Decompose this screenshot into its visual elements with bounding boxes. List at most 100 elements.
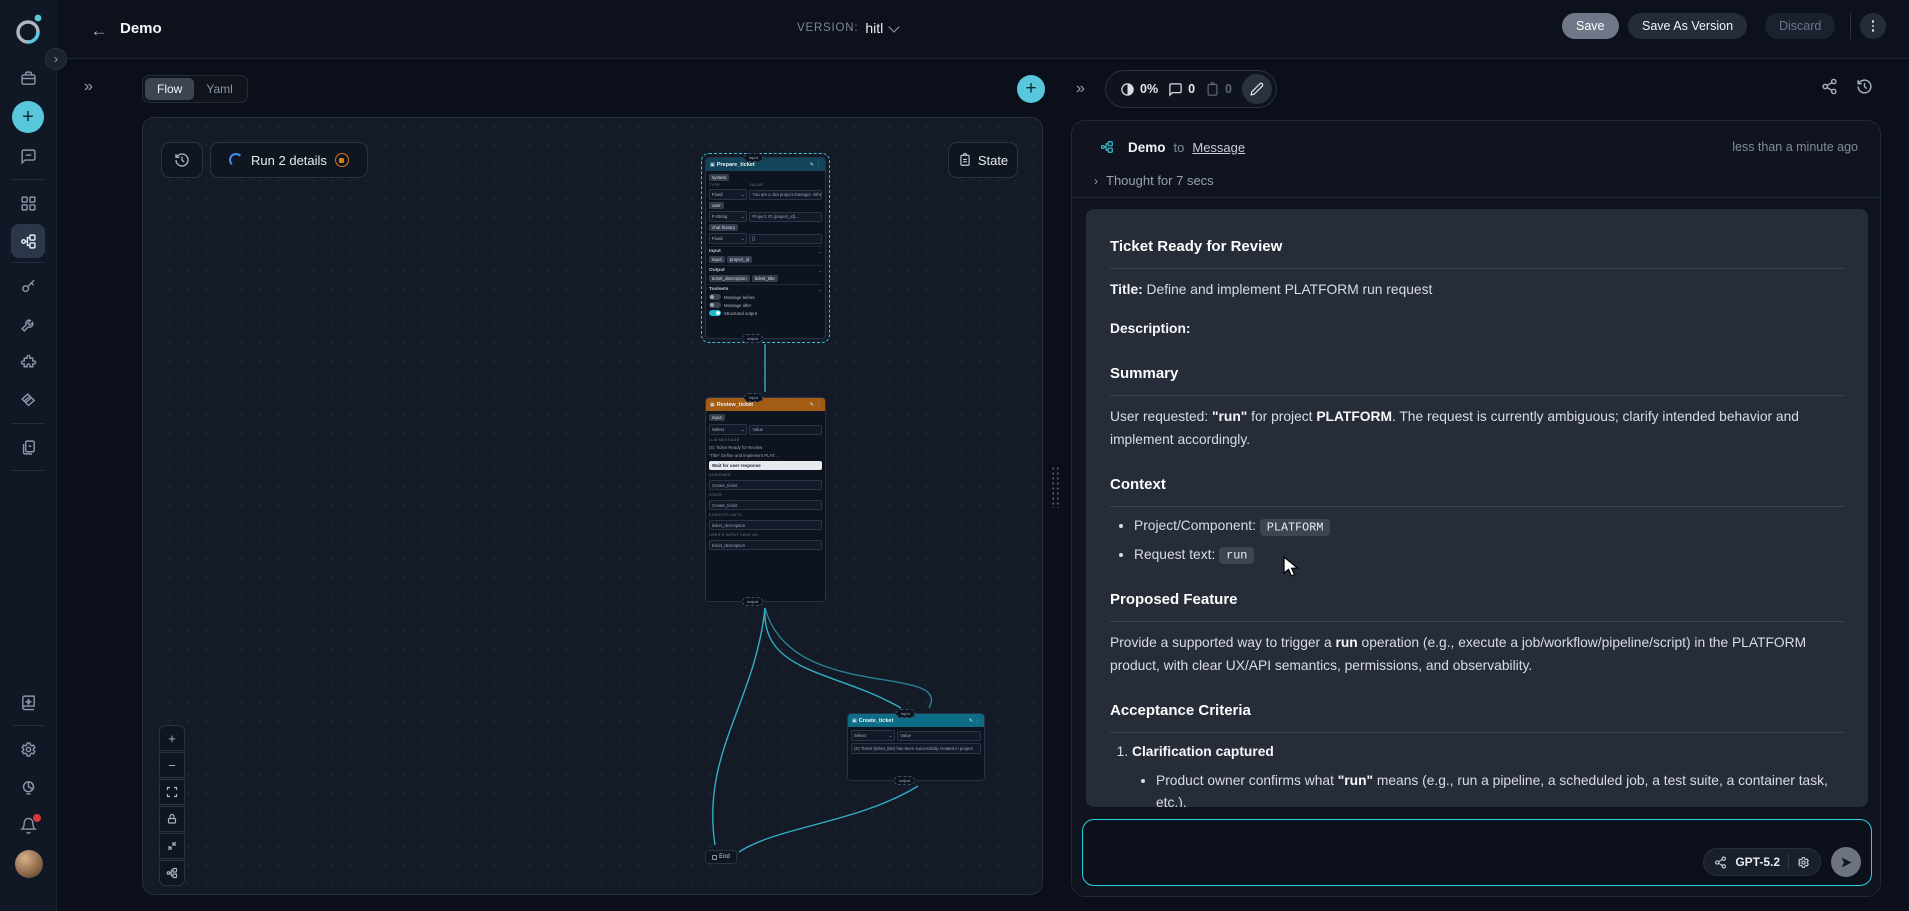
sidebar-item-apps[interactable] xyxy=(0,184,57,222)
add-component-button[interactable]: + xyxy=(1017,75,1045,103)
sidebar-item-keys[interactable] xyxy=(0,267,57,305)
io-chip[interactable]: input xyxy=(709,256,725,263)
save-as-version-button[interactable]: Save As Version xyxy=(1628,13,1747,39)
type-select[interactable]: Fixed⌄ xyxy=(709,189,747,200)
zoom-out-button[interactable]: − xyxy=(159,752,185,778)
section-caps: LLM MESSAGE xyxy=(709,438,822,442)
value-field[interactable]: Create_ticket xyxy=(709,480,822,490)
sidebar-item-flows-active[interactable] xyxy=(11,224,45,258)
type-select[interactable]: F-String⌄ xyxy=(709,211,747,222)
tab-yaml[interactable]: Yaml xyxy=(194,78,244,100)
sidebar-item-notifications[interactable] xyxy=(0,806,57,844)
node-output-handle[interactable]: output xyxy=(742,597,763,606)
divider xyxy=(1788,854,1789,870)
page-title: Demo xyxy=(120,20,162,37)
run-history-button[interactable] xyxy=(161,142,203,178)
zoom-in-button[interactable]: + xyxy=(159,725,185,751)
tab-flow[interactable]: Flow xyxy=(145,78,194,100)
kebab-icon[interactable]: ⋮ xyxy=(816,402,821,408)
value-field[interactable]: Project: ID {project_id}... xyxy=(749,212,822,222)
run-details-label: Run 2 details xyxy=(251,153,327,168)
highlighted-row[interactable]: Wait for user response xyxy=(709,461,822,470)
send-button[interactable] xyxy=(1831,847,1861,877)
message-target-link[interactable]: Message xyxy=(1192,140,1245,155)
gear-icon[interactable] xyxy=(1797,856,1810,869)
node-icon: ▣ xyxy=(852,718,857,724)
edit-icon[interactable]: ✎ xyxy=(969,718,973,724)
value-field[interactable]: [] xyxy=(749,234,822,244)
flow-canvas[interactable]: Run 2 details State input ▣ Prepare_tick… xyxy=(142,117,1043,895)
panel-collapse-button[interactable]: » xyxy=(1076,80,1083,98)
io-chip[interactable]: project_id xyxy=(727,256,753,263)
chat-input[interactable]: GPT-5.2 xyxy=(1082,819,1872,886)
node-input-handle[interactable]: input xyxy=(896,709,915,718)
more-options-button[interactable] xyxy=(1860,13,1886,39)
stop-icon[interactable] xyxy=(335,153,349,167)
version-selector[interactable]: VERSION: hitl xyxy=(797,20,898,36)
io-chip[interactable]: ticket_description xyxy=(709,275,750,282)
edit-icon[interactable]: ✎ xyxy=(810,162,814,168)
section-label: Output xyxy=(709,268,725,273)
node-create-ticket[interactable]: input ▣ Create_ticket ✎ ⋮ Select⌄ Value … xyxy=(847,713,985,781)
value-field[interactable]: (S) Ticket {ticket_title} has been succe… xyxy=(851,743,981,754)
edit-icon[interactable]: ✎ xyxy=(810,402,814,408)
io-chip[interactable]: ticket_title xyxy=(752,275,778,282)
sidebar-item-chat[interactable] xyxy=(0,137,57,175)
type-select[interactable]: Fixed⌄ xyxy=(709,233,747,244)
user-avatar[interactable] xyxy=(15,850,43,878)
value-field[interactable]: Create_ticket xyxy=(709,500,822,510)
type-select[interactable]: Select⌄ xyxy=(851,730,895,741)
save-button[interactable]: Save xyxy=(1562,13,1619,39)
lock-button[interactable] xyxy=(159,806,185,832)
value-field[interactable]: Value xyxy=(749,425,822,435)
discard-button[interactable]: Discard xyxy=(1765,13,1835,39)
sidebar-item-tags[interactable] xyxy=(0,381,57,419)
kebab-icon[interactable]: ⋮ xyxy=(975,718,980,724)
model-selector[interactable]: GPT-5.2 xyxy=(1703,848,1821,876)
layout-button[interactable] xyxy=(159,860,185,886)
state-button[interactable]: State xyxy=(948,142,1018,178)
node-output-handle[interactable]: output xyxy=(894,776,915,785)
node-review-ticket[interactable]: input ▣ Review_ticket ✎ ⋮ input Select⌄ … xyxy=(705,397,826,602)
canvas-collapse-button[interactable]: » xyxy=(84,78,91,96)
node-end[interactable]: End xyxy=(705,850,737,864)
state-label: State xyxy=(978,153,1008,168)
maximize-icon xyxy=(166,786,178,798)
toggle-off[interactable] xyxy=(709,302,721,308)
value-field[interactable]: You are a Jira project manager. When... xyxy=(749,190,822,200)
value-field[interactable]: Value xyxy=(897,731,981,741)
tags-icon xyxy=(20,392,37,409)
sidebar-item-settings[interactable] xyxy=(0,730,57,768)
run-details-button[interactable]: Run 2 details xyxy=(210,142,368,178)
edit-button[interactable] xyxy=(1242,74,1272,104)
type-select[interactable]: Select⌄ xyxy=(709,424,747,435)
sidebar-item-tools[interactable] xyxy=(0,305,57,343)
history-icon[interactable] xyxy=(1856,78,1873,95)
sidebar-item-files[interactable] xyxy=(0,428,57,466)
value-field[interactable]: ticket_description xyxy=(709,540,822,550)
toggle-off[interactable] xyxy=(709,294,721,300)
toggle-on[interactable] xyxy=(709,310,721,316)
sidebar-expand-button[interactable]: › xyxy=(45,48,67,70)
kebab-icon[interactable]: ⋮ xyxy=(816,162,821,168)
node-prepare-ticket[interactable]: input ▣ Prepare_ticket ✎ ⋮ system Type V… xyxy=(705,157,826,339)
sidebar-item-help[interactable] xyxy=(0,768,57,806)
node-output-handle[interactable]: output xyxy=(742,334,763,343)
share-icon[interactable] xyxy=(1821,78,1838,95)
sidebar-item-plugins[interactable] xyxy=(0,343,57,381)
value-field[interactable]: ticket_description xyxy=(709,520,822,530)
clipboard-icon xyxy=(958,153,972,167)
top-bar: ← Demo VERSION: hitl Save Save As Versio… xyxy=(0,0,1909,59)
node-input-handle[interactable]: input xyxy=(744,153,763,162)
fit-view-button[interactable] xyxy=(159,779,185,805)
sidebar-item-docs[interactable] xyxy=(0,683,57,721)
panel-resize-handle[interactable] xyxy=(1051,466,1060,508)
minimize-button[interactable] xyxy=(159,833,185,859)
clipboard-count-icon xyxy=(1205,82,1220,97)
back-button[interactable]: ← xyxy=(86,18,112,44)
node-input-handle[interactable]: input xyxy=(744,393,763,402)
divider xyxy=(13,725,45,726)
canvas-zoom-toolbar: + − xyxy=(159,725,185,886)
thought-toggle[interactable]: › Thought for 7 secs xyxy=(1094,173,1214,188)
sidebar-add-button[interactable]: + xyxy=(12,101,44,133)
